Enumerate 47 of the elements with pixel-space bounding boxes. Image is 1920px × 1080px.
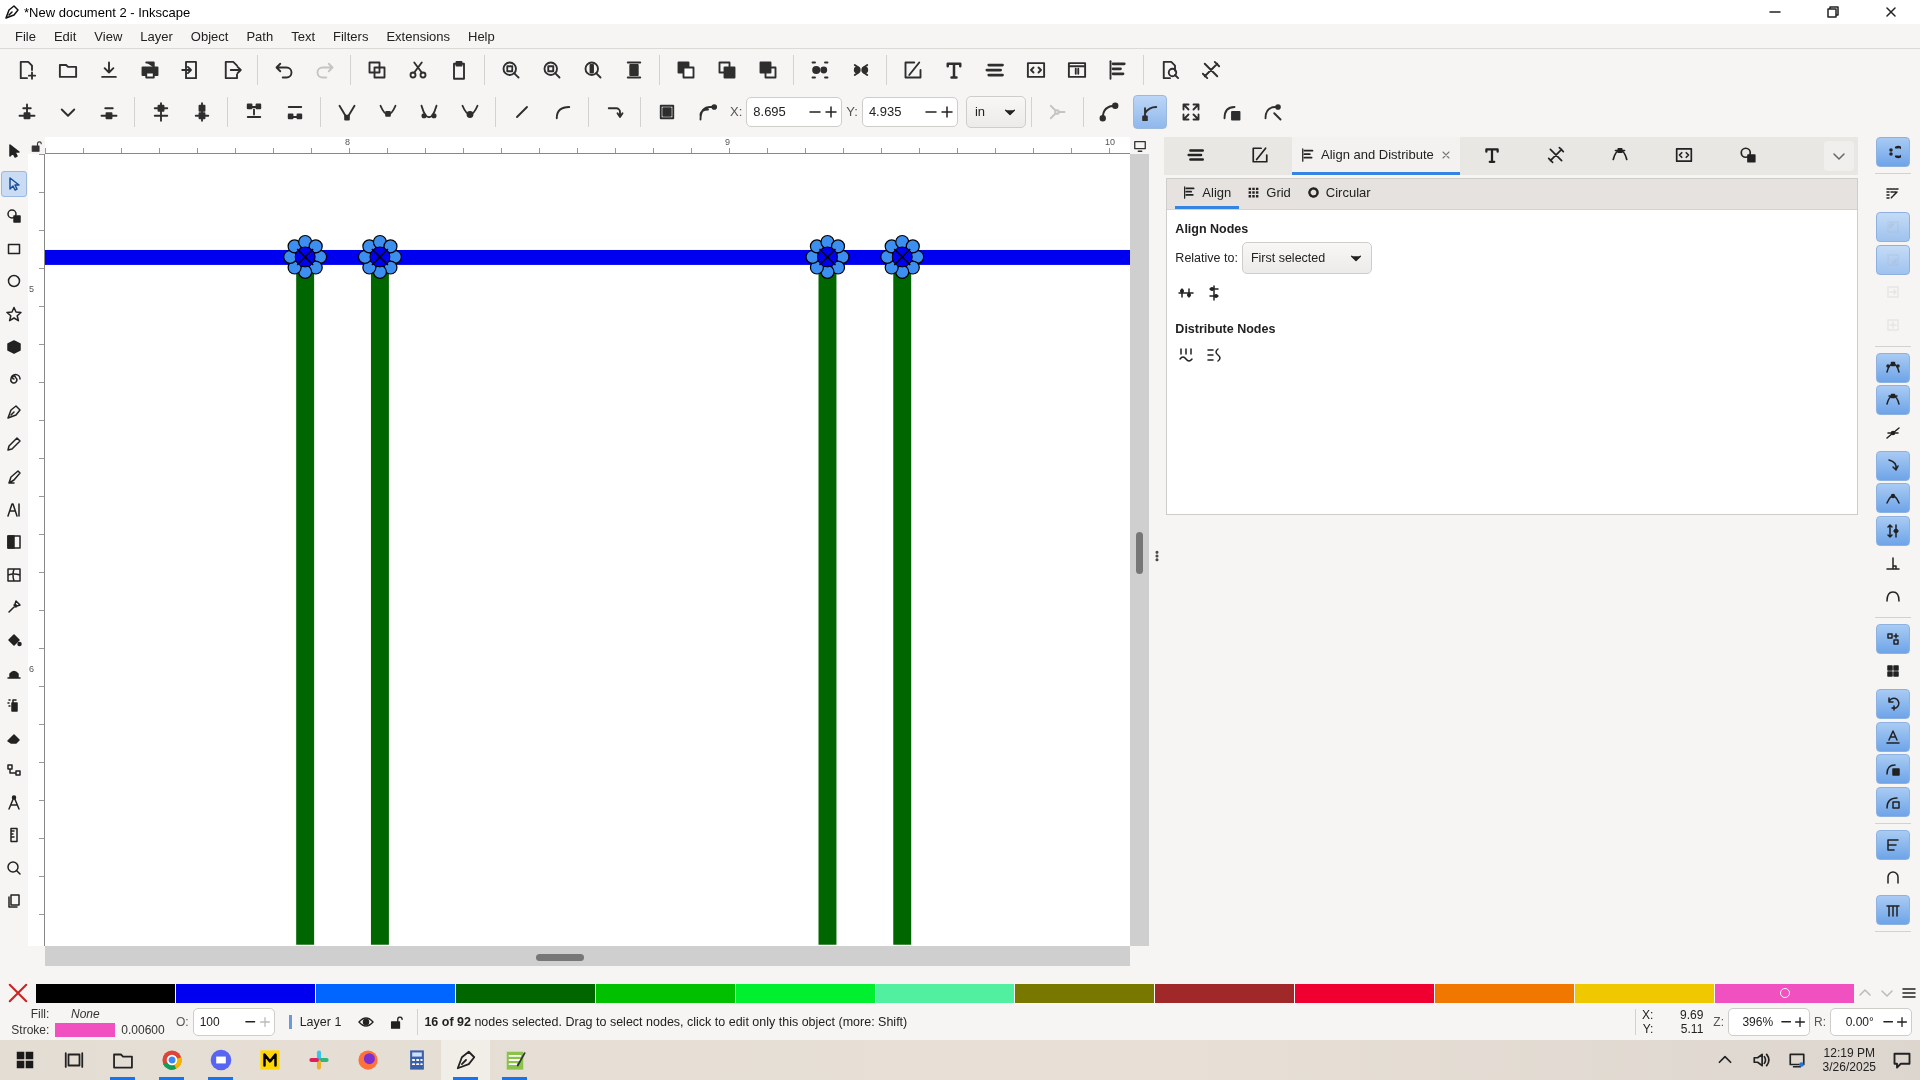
field-label: Y: xyxy=(1642,1022,1654,1036)
ruler-label: 9 xyxy=(724,137,730,147)
layer-selector[interactable]: Layer 1 xyxy=(288,1015,342,1029)
ruler-label: 10 xyxy=(1104,137,1115,147)
unit-dropdown[interactable]: in xyxy=(965,95,1026,128)
clock-time: 12:19 PM xyxy=(1823,1046,1875,1060)
subtab[interactable]: Align xyxy=(1175,179,1240,209)
rotation-field[interactable]: 0.00° xyxy=(1830,1008,1912,1036)
section-heading: Align Nodes xyxy=(1175,222,1250,236)
menu-item[interactable]: Filters xyxy=(324,28,378,44)
number-field[interactable]: 8.695 xyxy=(746,96,843,127)
number-field[interactable]: 4.935 xyxy=(861,96,958,127)
field-label: X: xyxy=(730,104,743,119)
zoom-field[interactable]: 396% xyxy=(1728,1008,1810,1036)
menu-item[interactable]: Help xyxy=(459,28,504,44)
subtab[interactable]: Grid xyxy=(1239,179,1299,209)
field-label: Relative to: xyxy=(1175,251,1238,265)
subtab[interactable]: Circular xyxy=(1298,179,1379,209)
coordinate-value: 5.11 xyxy=(1679,1022,1704,1036)
section-heading: Distribute Nodes xyxy=(1175,322,1277,336)
field-label: Fill: xyxy=(29,1007,50,1021)
ruler-label: 5 xyxy=(28,284,34,294)
menu-item[interactable]: Layer xyxy=(131,28,182,44)
ruler-label: 8 xyxy=(344,137,350,147)
menu-item[interactable]: Path xyxy=(237,28,283,44)
menu-item[interactable]: Edit xyxy=(44,28,86,44)
menu-item[interactable]: Extensions xyxy=(377,28,459,44)
field-label: Z: xyxy=(1713,1015,1724,1029)
dialog-tab[interactable]: Align and Distribute xyxy=(1292,137,1461,175)
stroke-width-value: 0.00600 xyxy=(121,1023,166,1037)
window-title: *New document 2 - Inkscape xyxy=(24,4,191,20)
menu-item[interactable]: File xyxy=(6,28,45,44)
clock-date: 3/26/2025 xyxy=(1822,1060,1876,1074)
relative-to-dropdown[interactable]: First selected xyxy=(1241,242,1372,274)
opacity-field[interactable]: 100 xyxy=(192,1008,275,1036)
ruler-label: 6 xyxy=(28,664,34,674)
field-label: O: xyxy=(176,1015,189,1029)
menu-item[interactable]: View xyxy=(85,28,132,44)
menu-item[interactable]: Text xyxy=(282,28,324,44)
coordinate-value: 9.69 xyxy=(1678,1008,1704,1022)
fill-value[interactable]: None xyxy=(55,1007,116,1021)
status-message: 16 of 92 nodes selected. Drag to select nodes, click to edit only this object (more: Shift) xyxy=(424,1015,908,1029)
field-label: Stroke: xyxy=(10,1023,50,1037)
field-label: X: xyxy=(1642,1008,1654,1022)
field-label: Y: xyxy=(846,104,858,119)
field-label: R: xyxy=(1814,1015,1826,1029)
menu-item[interactable]: Object xyxy=(181,28,238,44)
